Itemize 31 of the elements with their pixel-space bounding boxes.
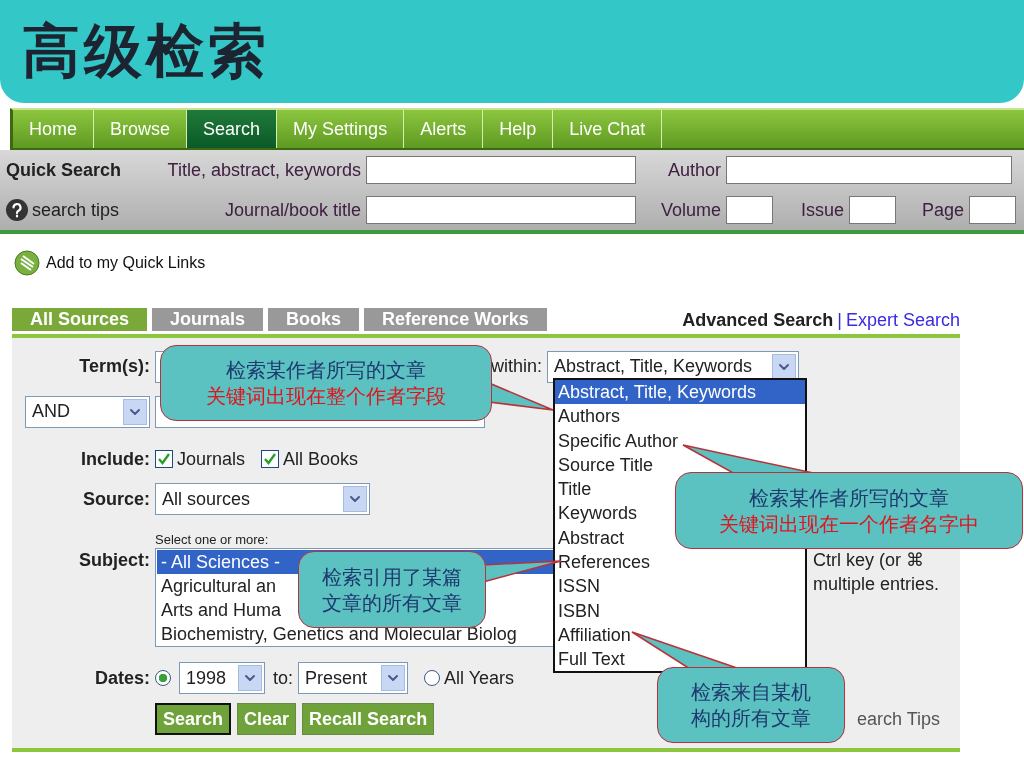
- callout-text: 检索某作者所写的文章: [226, 358, 426, 383]
- subject-note: Ctrl key (or ⌘: [813, 549, 925, 572]
- callout-text: 检索某作者所写的文章: [749, 485, 949, 511]
- advanced-search-label: Advanced Search: [682, 310, 834, 331]
- dates-label: Dates:: [94, 667, 150, 689]
- callout-text: 关键词出现在整个作者字段: [206, 384, 446, 409]
- subject-hint: Select one or more:: [155, 531, 269, 547]
- callout-text: 构的所有文章: [691, 706, 811, 731]
- include-label: Include:: [81, 448, 150, 470]
- within-label: within:: [491, 356, 543, 377]
- field-label: Author: [666, 159, 721, 181]
- checkbox-label: Journals: [177, 448, 246, 470]
- subject-label: Subject:: [79, 550, 150, 571]
- radio-label: All Years: [444, 667, 515, 689]
- quick-search-title: Quick Search: [6, 159, 123, 181]
- subject-note: multiple entries.: [813, 573, 940, 596]
- field-label: Journal/book title: [223, 199, 361, 221]
- field-label: Title, abstract, keywords: [166, 159, 361, 181]
- callout-text: 检索来自某机: [691, 680, 811, 705]
- checkbox-label: All Books: [283, 448, 359, 470]
- source-label: Source:: [82, 488, 150, 510]
- terms-label: Term(s):: [79, 356, 150, 377]
- field-label: Issue: [799, 199, 844, 221]
- callout-text: 关键词出现在一个作者名字中: [719, 511, 979, 537]
- field-label: Page: [920, 199, 964, 221]
- separator-text: |: [837, 310, 842, 331]
- slide-title: 高级检索: [22, 16, 270, 85]
- callout-text: 文章的所有文章: [322, 590, 462, 616]
- callout-text: 检索引用了某篇: [322, 564, 462, 590]
- field-label: Volume: [659, 199, 721, 221]
- to-label: to:: [273, 667, 293, 689]
